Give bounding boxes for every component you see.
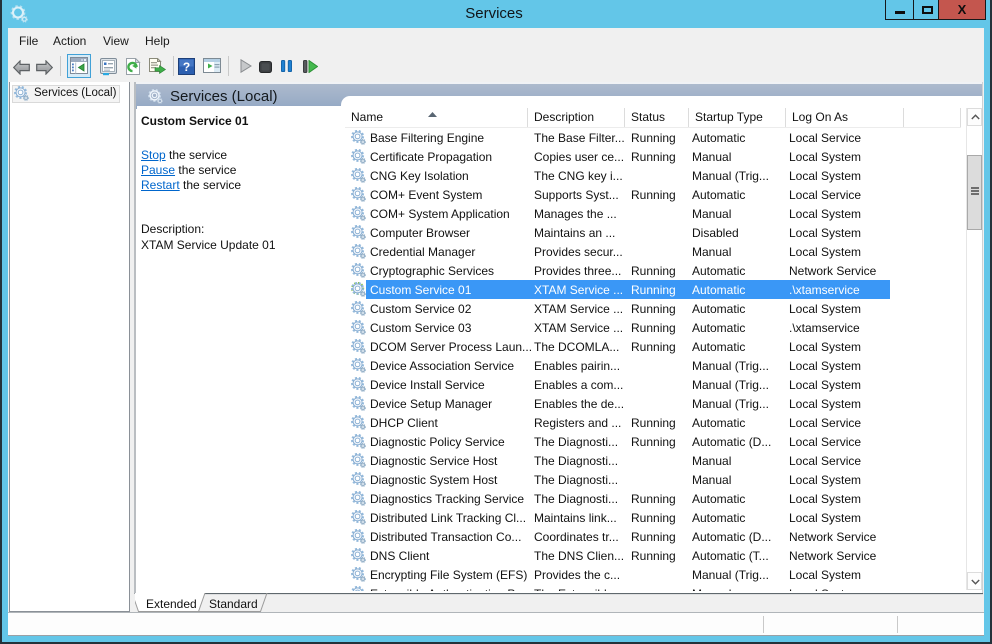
svg-text:?: ?: [183, 60, 190, 74]
svg-text:Standard: Standard: [209, 597, 258, 611]
svg-text:Extended: Extended: [146, 597, 197, 611]
